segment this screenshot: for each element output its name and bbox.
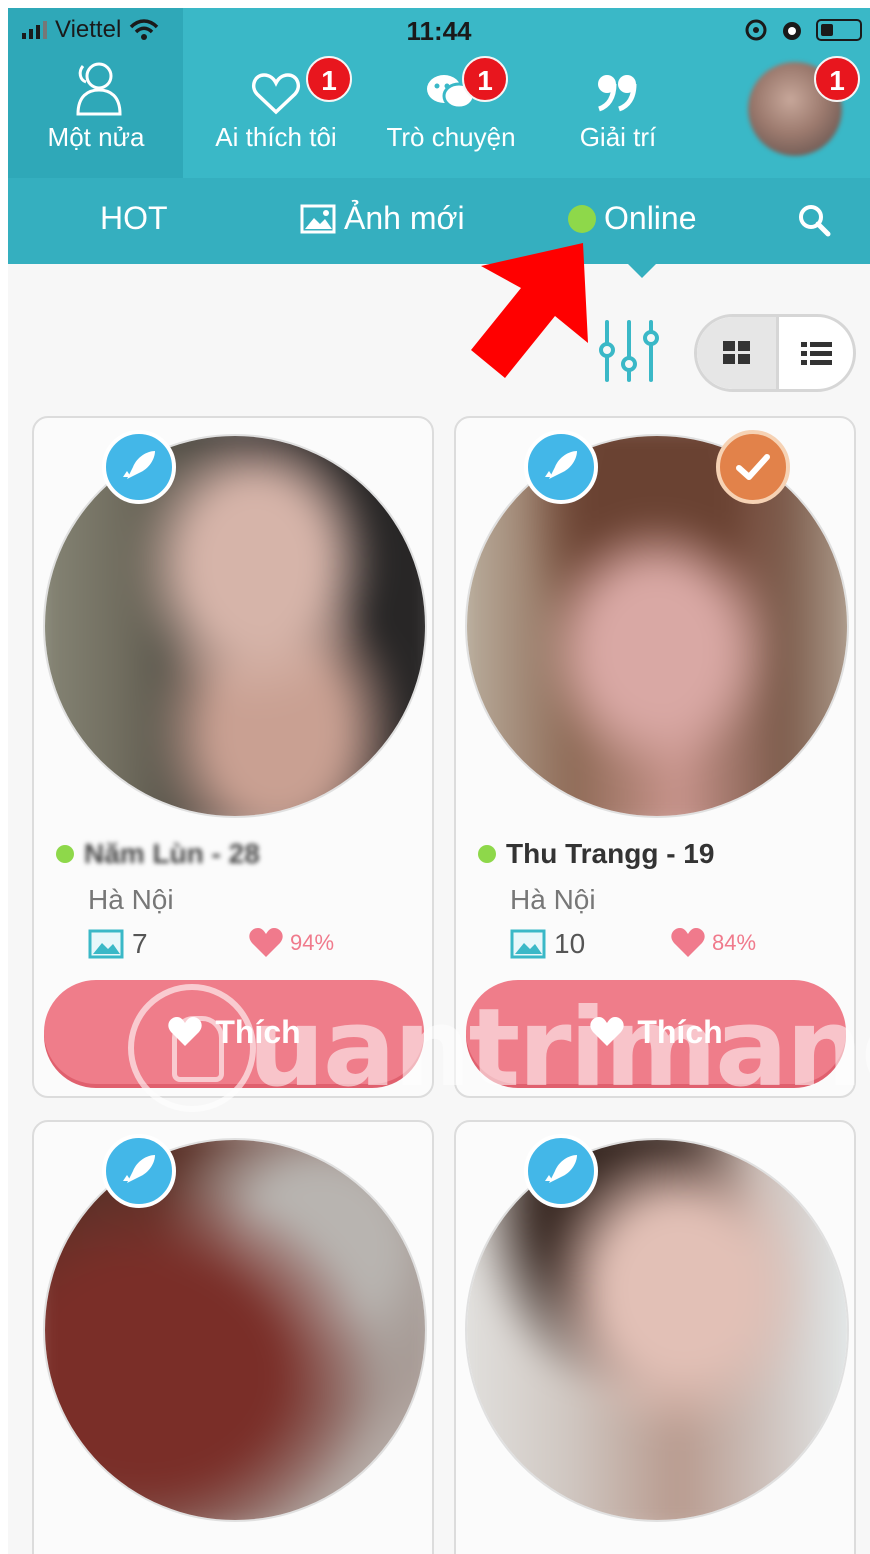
boost-rocket-icon: [102, 1134, 176, 1208]
tab-online-label: Online: [604, 200, 697, 236]
clock: 11:44: [406, 16, 472, 46]
like-button[interactable]: Thích: [44, 980, 424, 1084]
profile-name: Năm Lùn - 28: [84, 838, 260, 869]
people-icon: [76, 62, 122, 116]
profile-stats: 7 94%: [88, 928, 388, 964]
profile-photo[interactable]: [43, 1138, 427, 1522]
profile-city: Hà Nội: [88, 884, 174, 915]
boost-rocket-icon: [524, 1134, 598, 1208]
online-dot-icon: [568, 204, 596, 233]
list-icon: [801, 342, 832, 365]
online-status-dot: [478, 845, 496, 863]
photo-count-icon: [510, 929, 546, 959]
view-mode-toggle: [694, 314, 856, 392]
chat-badge: 1: [462, 56, 508, 102]
nav-item-tro-chuyen[interactable]: Trò chuyện: [366, 58, 536, 168]
quote-icon: [598, 75, 637, 112]
grid-icon: [722, 341, 750, 364]
profile-name-row: Thu Trangg - 19: [478, 838, 714, 870]
battery-icon: [816, 19, 862, 41]
match-percent: 84%: [712, 930, 757, 955]
profile-photo[interactable]: [465, 1138, 849, 1522]
boost-rocket-icon: [524, 430, 598, 504]
profile-name-row: Năm Lùn - 28: [56, 838, 260, 870]
profile-card[interactable]: [454, 1120, 856, 1554]
alarm-icon: [783, 22, 801, 40]
match-percent: 94%: [290, 930, 335, 955]
likes-badge: 1: [306, 56, 352, 102]
profile-name: Thu Trangg - 19: [506, 838, 715, 869]
app-screen: Một nửa Ai thích tôi 1 Trò chuyện 1 Giải…: [8, 8, 870, 1554]
verified-check-icon: [716, 430, 790, 504]
profile-city: Hà Nội: [510, 884, 596, 915]
active-tab-pointer: [628, 264, 656, 278]
nav-label-giai-tri: Giải trí: [579, 122, 657, 152]
heart-icon: [590, 1017, 625, 1046]
tab-anh-moi-label: Ảnh mới: [344, 200, 465, 236]
orientation-lock-icon: [745, 19, 767, 41]
profile-stats: 10 84%: [510, 928, 810, 964]
profile-badge: 1: [814, 56, 860, 102]
heart-icon: [671, 928, 705, 957]
photo-count: 7: [132, 928, 148, 959]
nav-item-giai-tri[interactable]: Giải trí: [548, 58, 688, 168]
annotation-arrow-icon: [471, 243, 588, 378]
profile-photo[interactable]: [465, 434, 849, 818]
nav-label-tro-chuyen: Trò chuyện: [386, 122, 516, 152]
photo-count: 10: [554, 928, 586, 959]
grid-view-button[interactable]: [697, 317, 776, 389]
tab-online[interactable]: Online: [568, 200, 697, 237]
like-label: Thích: [637, 1013, 723, 1050]
profile-card[interactable]: Thu Trangg - 19 Hà Nội 10 84% Thích: [454, 416, 856, 1098]
nav-label-mot-nua: Một nửa: [47, 122, 145, 152]
tab-hot[interactable]: HOT: [100, 200, 168, 237]
profile-card[interactable]: [32, 1120, 434, 1554]
profile-photo[interactable]: [43, 434, 427, 818]
photo-count-icon: [88, 929, 124, 959]
tab-anh-moi[interactable]: Ảnh mới: [300, 200, 465, 237]
nav-label-ai-thich-toi: Ai thích tôi: [215, 122, 337, 152]
profile-card[interactable]: Năm Lùn - 28 Hà Nội 7 94% Thích: [32, 416, 434, 1098]
heart-icon: [249, 928, 283, 957]
search-icon: [799, 205, 831, 237]
tab-hot-label: HOT: [100, 200, 168, 236]
status-bar: Viettel 11:44: [8, 8, 870, 48]
like-label: Thích: [215, 1013, 301, 1050]
nav-item-mot-nua[interactable]: Một nửa: [20, 58, 172, 168]
sub-tab-bar: HOT Ảnh mới Online: [8, 178, 870, 264]
online-status-dot: [56, 845, 74, 863]
list-view-button[interactable]: [776, 317, 853, 389]
heart-outline-icon: [252, 73, 300, 115]
heart-icon: [168, 1017, 203, 1046]
boost-rocket-icon: [102, 430, 176, 504]
search-button[interactable]: [796, 202, 832, 238]
filter-sliders-icon[interactable]: [593, 318, 665, 384]
image-icon: [300, 204, 336, 233]
like-button[interactable]: Thích: [466, 980, 846, 1084]
